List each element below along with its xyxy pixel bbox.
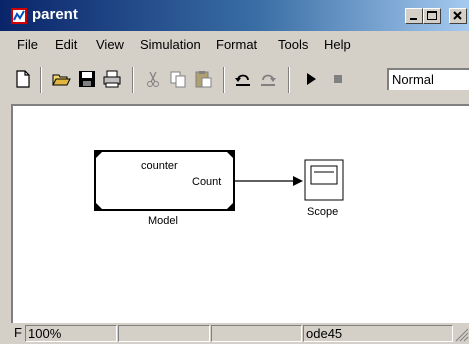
copy-icon[interactable] [168, 69, 188, 89]
maximize-icon [427, 11, 437, 20]
undo-icon[interactable] [233, 69, 253, 89]
model-canvas[interactable]: counter Count Model Scope [11, 104, 469, 323]
status-bar: F 100% ode45 [0, 323, 469, 344]
scope-block[interactable] [304, 159, 344, 201]
status-cell [118, 325, 210, 342]
menu-bar: File Edit View Simulation Format Tools H… [0, 31, 469, 58]
menu-format[interactable]: Format [216, 37, 257, 52]
status-cell [211, 325, 302, 342]
status-zoom: 100% [25, 325, 117, 342]
menu-edit[interactable]: Edit [55, 37, 77, 52]
menu-simulation[interactable]: Simulation [140, 37, 201, 52]
new-file-icon[interactable] [13, 69, 33, 89]
close-icon [453, 11, 462, 20]
window-title: parent [32, 6, 78, 23]
signal-line[interactable] [234, 176, 303, 186]
run-icon[interactable] [301, 69, 321, 89]
toolbar-separator [223, 67, 225, 93]
save-icon[interactable] [77, 69, 97, 89]
scope-block-caption: Scope [307, 206, 339, 218]
open-folder-icon[interactable] [51, 69, 71, 89]
toolbar-separator [132, 67, 134, 93]
model-block-label: counter [141, 160, 178, 172]
toolbar-separator [288, 67, 290, 93]
print-icon[interactable] [102, 69, 122, 89]
stop-icon[interactable] [328, 69, 348, 89]
cut-icon[interactable] [143, 69, 163, 89]
minimize-button[interactable] [405, 8, 423, 24]
toolbar-separator [40, 67, 42, 93]
diagram-svg [94, 150, 344, 211]
close-button[interactable] [449, 8, 467, 24]
menu-tools[interactable]: Tools [278, 37, 308, 52]
simulink-app-icon[interactable] [11, 8, 27, 24]
title-bar[interactable]: parent [0, 0, 469, 31]
simulink-window: parent File Edit View Simulation Format … [0, 0, 469, 344]
menu-file[interactable]: File [17, 37, 38, 52]
minimize-icon [410, 18, 417, 20]
status-solver: ode45 [303, 325, 453, 342]
status-left-fragment: F [14, 325, 22, 340]
menu-view[interactable]: View [96, 37, 124, 52]
toolbar: Normal [0, 58, 469, 104]
maximize-button[interactable] [423, 8, 441, 24]
model-block-caption: Model [148, 215, 178, 227]
redo-icon[interactable] [258, 69, 278, 89]
simulation-mode-select[interactable]: Normal [387, 68, 469, 90]
resize-grip-icon[interactable] [455, 328, 469, 342]
menu-help[interactable]: Help [324, 37, 351, 52]
model-port-label: Count [192, 176, 222, 188]
paste-icon[interactable] [193, 69, 213, 89]
